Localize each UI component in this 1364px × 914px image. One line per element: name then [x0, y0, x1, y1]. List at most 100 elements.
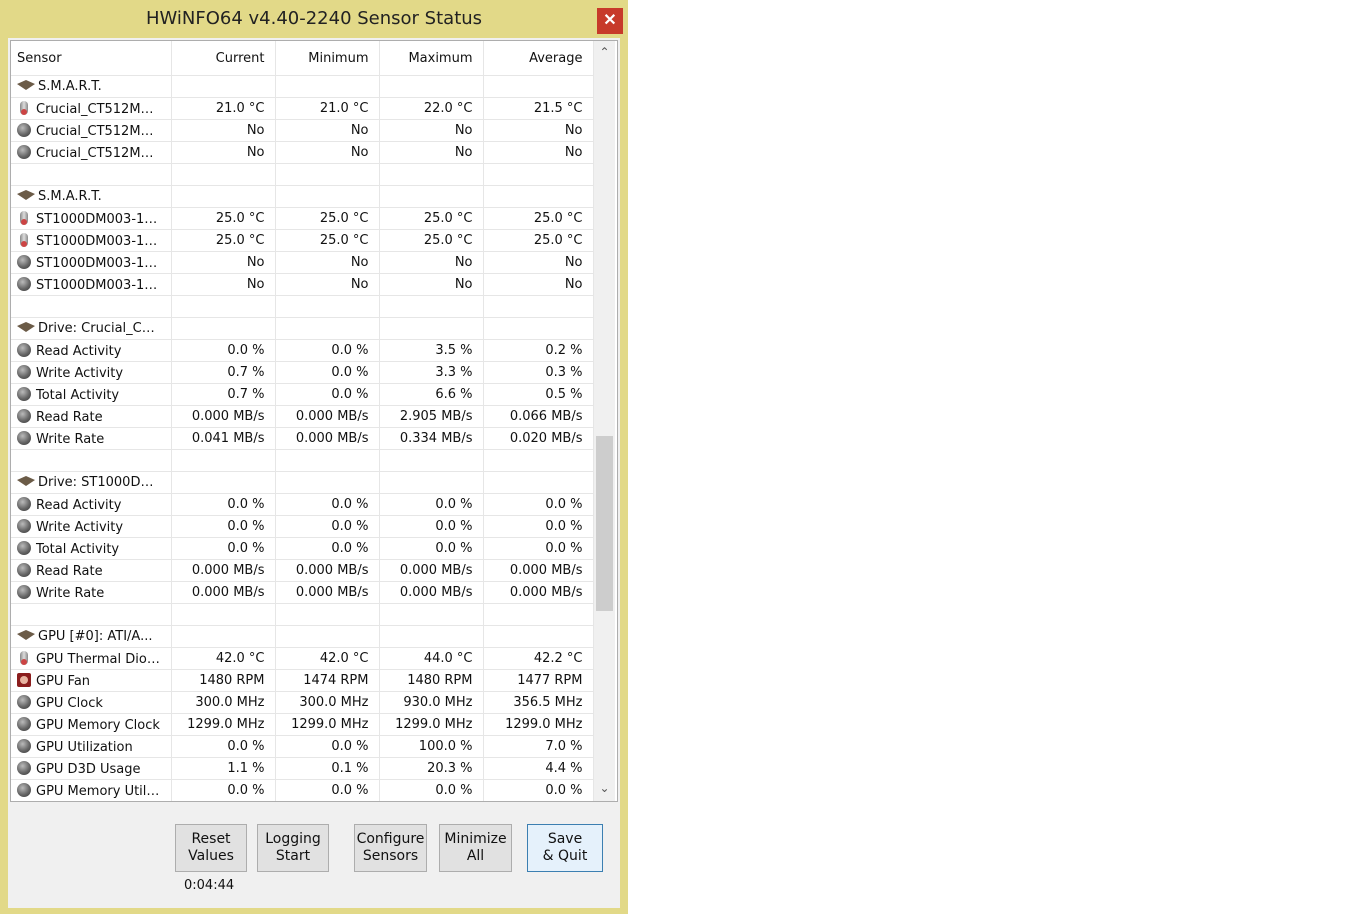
sensor-row[interactable]: ST1000DM003-1E... No No No No [11, 251, 594, 274]
scrollbar-thumb[interactable] [596, 436, 613, 611]
sensor-row[interactable]: ST1000DM003-1E... 25.0 °C 25.0 °C 25.0 °C 25… [11, 229, 594, 252]
sensor-name-cell: GPU D3D Usage [11, 757, 172, 780]
sensor-row[interactable]: ST1000DM003-1E... No No No No [11, 273, 594, 296]
gauge-icon [17, 760, 31, 775]
sensor-label: GPU Memory Utili... [36, 783, 163, 799]
value-avg: 25.0 °C [483, 207, 594, 230]
empty-cell [275, 449, 380, 472]
value-avg: 0.0 % [483, 515, 594, 538]
sensor-name-cell: GPU [#0]: ATI/A... [11, 625, 172, 648]
sensor-row[interactable]: GPU Memory Utili... 0.0 % 0.0 % 0.0 % 0.0 % [11, 779, 594, 801]
sensor-row[interactable]: GPU Utilization 0.0 % 0.0 % 100.0 % 7.0 % [11, 735, 594, 758]
spacer-row [11, 163, 594, 186]
sensor-label: Total Activity [36, 387, 120, 403]
value-avg: No [483, 273, 594, 296]
sensor-row[interactable]: Crucial_CT512MX... No No No No [11, 119, 594, 142]
value-current: 0.7 % [171, 383, 276, 406]
empty-cell [483, 163, 594, 186]
sensor-row[interactable]: Read Rate 0.000 MB/s 0.000 MB/s 2.905 MB/s 0… [11, 405, 594, 428]
value-max: 1299.0 MHz [379, 713, 484, 736]
sensor-group-row[interactable]: S.M.A.R.T. [11, 185, 594, 208]
minimize-all-button[interactable]: Minimize All [439, 824, 512, 872]
sensor-row[interactable]: Read Activity 0.0 % 0.0 % 3.5 % 0.2 % [11, 339, 594, 362]
value-min: 0.0 % [275, 361, 380, 384]
vertical-scrollbar[interactable]: ⌃ ⌄ [594, 41, 615, 801]
value-min: 0.0 % [275, 383, 380, 406]
empty-cell [275, 185, 380, 208]
value-avg: No [483, 141, 594, 164]
value-current: 0.0 % [171, 493, 276, 516]
sensor-row[interactable]: Total Activity 0.7 % 0.0 % 6.6 % 0.5 % [11, 383, 594, 406]
empty-cell [275, 75, 380, 98]
value-min: 0.0 % [275, 493, 380, 516]
value-current: 300.0 MHz [171, 691, 276, 714]
scroll-up-icon[interactable]: ⌃ [594, 43, 615, 61]
save-quit-button[interactable]: Save & Quit [527, 824, 603, 872]
sensor-row[interactable]: Read Rate 0.000 MB/s 0.000 MB/s 0.000 MB/s 0… [11, 559, 594, 582]
sensor-name-cell: ST1000DM003-1E... [11, 207, 172, 230]
sensor-name-cell: Write Activity [11, 361, 172, 384]
gauge-icon [17, 518, 31, 533]
sensor-name-cell: Drive: Crucial_CT... [11, 317, 172, 340]
column-header-current[interactable]: Current [171, 41, 276, 76]
sensor-row[interactable]: Write Rate 0.000 MB/s 0.000 MB/s 0.000 MB/s… [11, 581, 594, 604]
sensor-row[interactable]: Read Activity 0.0 % 0.0 % 0.0 % 0.0 % [11, 493, 594, 516]
gauge-icon [17, 386, 31, 401]
value-current: 1480 RPM [171, 669, 276, 692]
gauge-icon [17, 144, 31, 159]
sensor-row[interactable]: Crucial_CT512MX... No No No No [11, 141, 594, 164]
value-min: 42.0 °C [275, 647, 380, 670]
sensor-row[interactable]: GPU D3D Usage 1.1 % 0.1 % 20.3 % 4.4 % [11, 757, 594, 780]
sensor-group-row[interactable]: GPU [#0]: ATI/A... [11, 625, 594, 648]
value-current: 25.0 °C [171, 207, 276, 230]
empty-cell [379, 603, 484, 626]
sensor-row[interactable]: Total Activity 0.0 % 0.0 % 0.0 % 0.0 % [11, 537, 594, 560]
value-min: 1299.0 MHz [275, 713, 380, 736]
sensor-row[interactable]: GPU Clock 300.0 MHz 300.0 MHz 930.0 MHz 356.… [11, 691, 594, 714]
sensor-row[interactable]: Crucial_CT512MX... 21.0 °C 21.0 °C 22.0 °C 2… [11, 97, 594, 120]
value-min: 0.0 % [275, 735, 380, 758]
empty-cell [483, 625, 594, 648]
gauge-icon [17, 430, 31, 445]
column-header-sensor[interactable]: Sensor [11, 41, 172, 76]
sensor-group-row[interactable]: Drive: ST1000DM... [11, 471, 594, 494]
configure-sensors-button[interactable]: Configure Sensors [354, 824, 427, 872]
column-header-average[interactable]: Average [483, 41, 594, 76]
column-header-minimum[interactable]: Minimum [275, 41, 380, 76]
sensor-row[interactable]: Write Rate 0.041 MB/s 0.000 MB/s 0.334 MB/s… [11, 427, 594, 450]
value-min: 0.0 % [275, 339, 380, 362]
logging-start-button[interactable]: Logging Start [257, 824, 329, 872]
sensor-chip-icon [17, 322, 35, 332]
sensor-row[interactable]: GPU Memory Clock 1299.0 MHz 1299.0 MHz 1299… [11, 713, 594, 736]
gauge-icon [17, 584, 31, 599]
empty-cell [11, 449, 172, 472]
gauge-icon [17, 694, 31, 709]
sensor-group-row[interactable]: S.M.A.R.T. [11, 75, 594, 98]
value-max: No [379, 141, 484, 164]
empty-cell [171, 625, 276, 648]
empty-cell [379, 185, 484, 208]
value-max: 20.3 % [379, 757, 484, 780]
value-current: 21.0 °C [171, 97, 276, 120]
empty-cell [483, 317, 594, 340]
sensor-row[interactable]: Write Activity 0.7 % 0.0 % 3.3 % 0.3 % [11, 361, 594, 384]
column-header-maximum[interactable]: Maximum [379, 41, 484, 76]
sensor-row[interactable]: Write Activity 0.0 % 0.0 % 0.0 % 0.0 % [11, 515, 594, 538]
reset-values-button[interactable]: Reset Values [175, 824, 247, 872]
value-min: 25.0 °C [275, 207, 380, 230]
empty-cell [11, 295, 172, 318]
sensor-group-row[interactable]: Drive: Crucial_CT... [11, 317, 594, 340]
client-area: Sensor Current Minimum Maximum Average S… [8, 38, 620, 908]
value-current: 0.0 % [171, 779, 276, 801]
sensor-row[interactable]: GPU Fan 1480 RPM 1474 RPM 1480 RPM 1477 RPM [11, 669, 594, 692]
close-button[interactable]: ✕ [597, 8, 623, 34]
sensor-name-cell: GPU Utilization [11, 735, 172, 758]
sensor-name-cell: S.M.A.R.T. [11, 185, 172, 208]
sensor-row[interactable]: ST1000DM003-1E... 25.0 °C 25.0 °C 25.0 °C 25… [11, 207, 594, 230]
thermometer-icon [20, 650, 28, 665]
sensor-label: Write Activity [36, 365, 124, 381]
title-bar[interactable]: HWiNFO64 v4.40-2240 Sensor Status ✕ [0, 0, 628, 38]
gauge-icon [17, 408, 31, 423]
scroll-down-icon[interactable]: ⌄ [594, 779, 615, 797]
sensor-row[interactable]: GPU Thermal Diode 42.0 °C 42.0 °C 44.0 °C 42… [11, 647, 594, 670]
